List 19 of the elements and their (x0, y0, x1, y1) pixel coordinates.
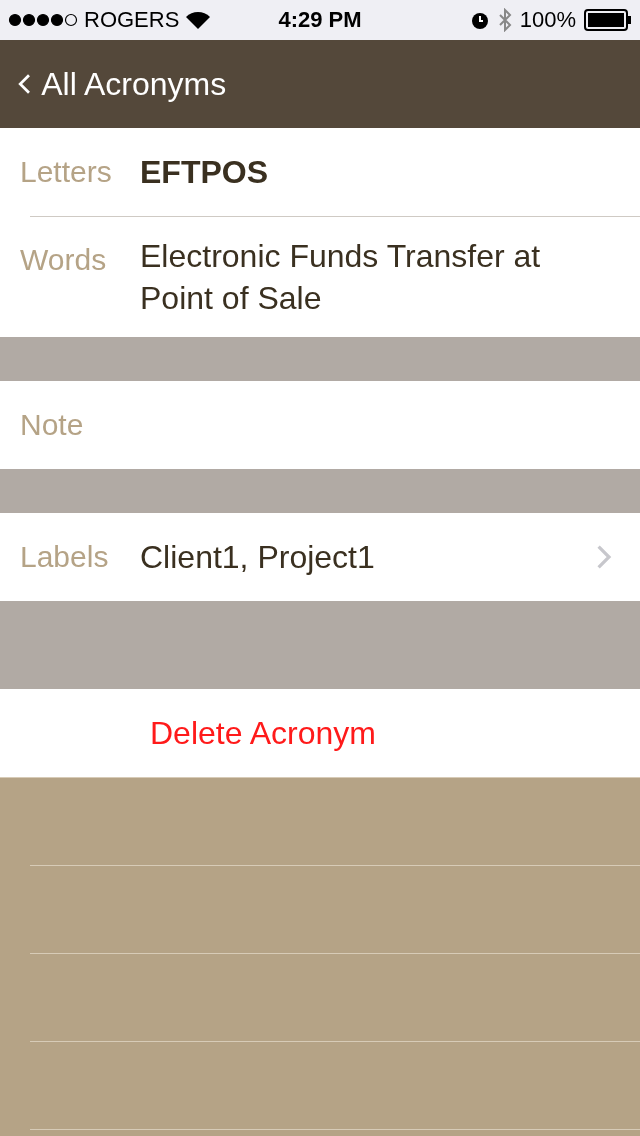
signal-icon (8, 13, 78, 27)
carrier-name: ROGERS (84, 7, 180, 33)
field-value: Electronic Funds Transfer at Point of Sale (140, 237, 542, 318)
bluetooth-icon (497, 8, 512, 32)
labels-link[interactable]: Client1, Project1 (140, 513, 612, 601)
chevron-icon (18, 73, 32, 95)
field-label: Words (20, 242, 108, 277)
field-label: Letters (20, 155, 113, 189)
status-time: 4:29 PM (278, 7, 362, 33)
alarm-clock-icon (469, 10, 490, 30)
field-label: Labels (20, 540, 110, 574)
field-label: Note (20, 408, 85, 442)
battery-icon (584, 9, 632, 31)
chevron-icon (596, 544, 612, 570)
back-button[interactable]: All Acronyms (18, 65, 227, 103)
delete-button[interactable]: Delete Acronym (150, 714, 376, 752)
field-value: EFTPOS (140, 153, 269, 192)
wifi-icon (185, 10, 212, 30)
battery-percent: 100% (519, 7, 576, 33)
